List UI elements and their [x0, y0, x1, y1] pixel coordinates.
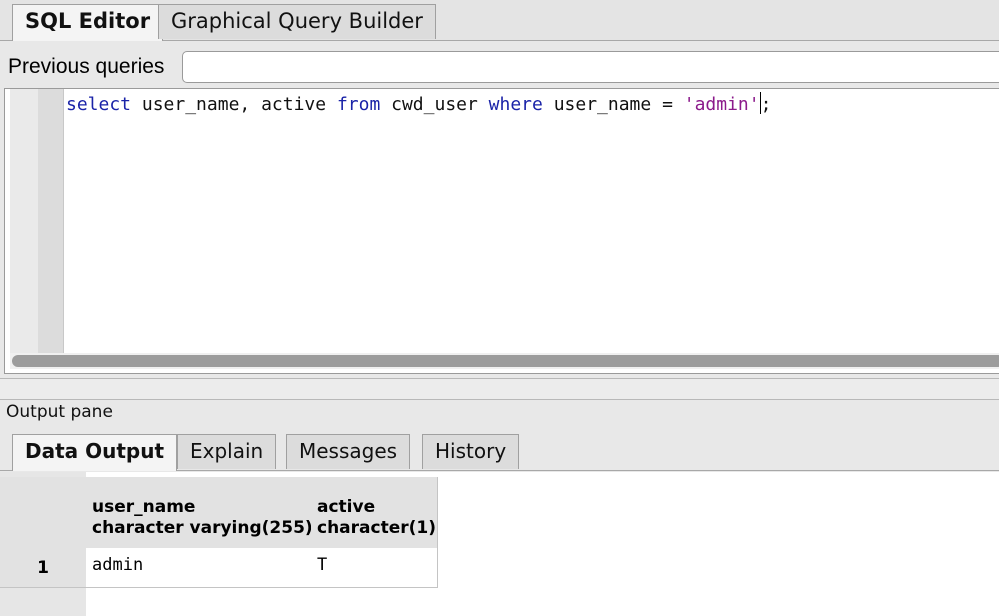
column-type: character varying(255) [92, 518, 313, 538]
column-name: user_name [92, 497, 196, 517]
column-header-active[interactable]: active character(1) [311, 477, 438, 549]
column-header-user-name[interactable]: user_name character varying(255) [86, 477, 313, 549]
sql-code-line[interactable]: select user_name, active from cwd_user w… [66, 92, 771, 118]
tab-sql-editor[interactable]: SQL Editor [12, 4, 164, 41]
sql-token: from [336, 94, 381, 115]
sql-token: select [66, 94, 132, 115]
output-pane-title: Output pane [6, 402, 113, 422]
sql-editor[interactable] [4, 88, 999, 374]
row-number[interactable]: 1 [0, 548, 87, 588]
table-cell[interactable]: admin [86, 548, 312, 588]
column-type: character(1) [317, 518, 436, 538]
sql-token: cwd_user [380, 94, 489, 115]
sql-token: ; [760, 94, 772, 115]
table-cell[interactable]: T [311, 548, 438, 588]
previous-queries-label: Previous queries [8, 55, 165, 78]
sql-token: where [488, 94, 543, 115]
editor-fold-margin [10, 89, 38, 353]
sql-token: 'admin' [683, 94, 760, 115]
previous-queries-combo[interactable] [182, 51, 999, 83]
tab-messages[interactable]: Messages [286, 434, 411, 469]
tab-history[interactable]: History [422, 434, 520, 469]
tab-data-output[interactable]: Data Output [12, 434, 178, 471]
grid-corner[interactable] [0, 477, 87, 549]
sql-token: user_name, active [131, 94, 337, 115]
pane-splitter[interactable] [0, 378, 999, 400]
tab-explain[interactable]: Explain [177, 434, 277, 469]
tab-graphical-query-builder[interactable]: Graphical Query Builder [158, 4, 436, 39]
sql-token: user_name = [542, 94, 684, 115]
column-name: active [317, 497, 376, 517]
editor-line-gutter [38, 89, 64, 353]
horizontal-scrollbar-thumb[interactable] [12, 355, 999, 367]
